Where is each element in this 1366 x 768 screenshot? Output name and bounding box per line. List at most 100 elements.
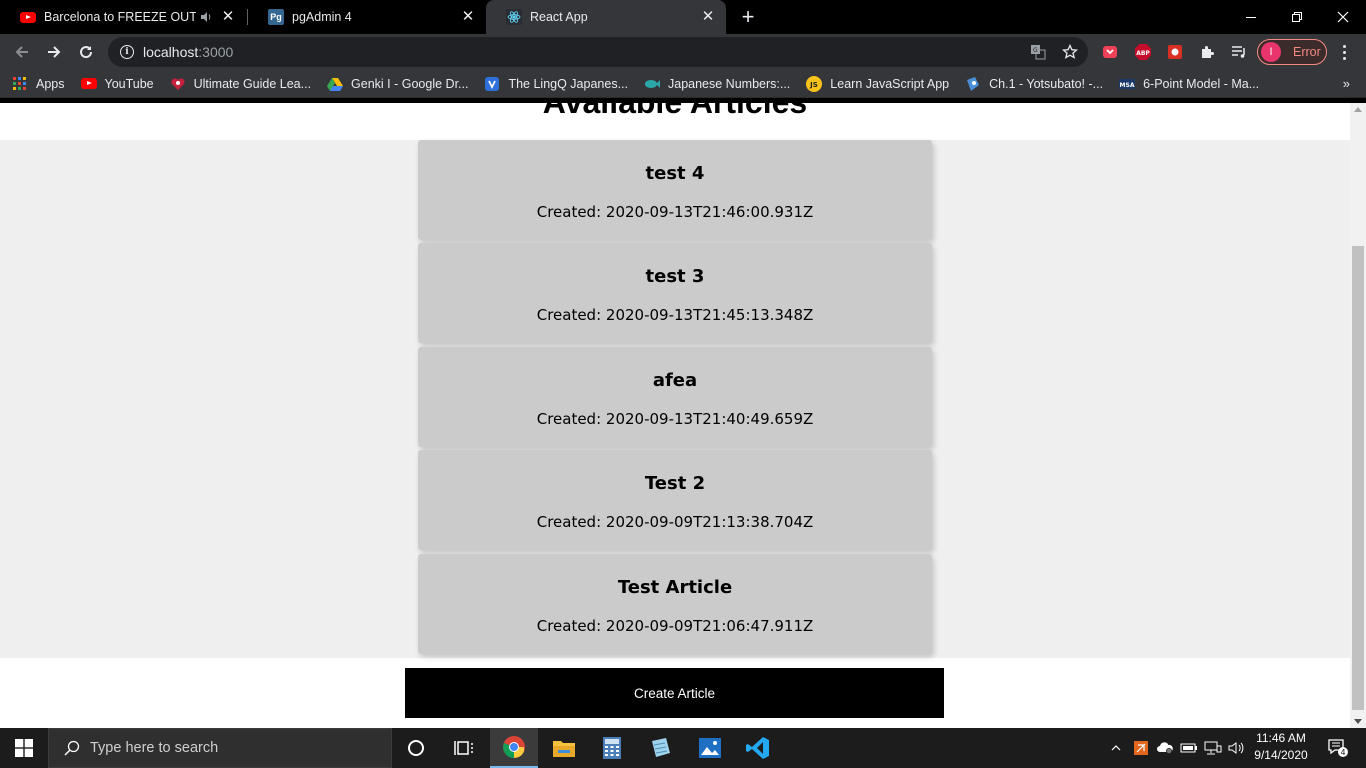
extension-red-icon[interactable]: [1165, 42, 1185, 62]
extensions-puzzle-icon[interactable]: [1197, 42, 1217, 62]
close-tab-icon[interactable]: ✕: [700, 9, 716, 25]
scroll-up-arrow-icon[interactable]: [1354, 107, 1362, 112]
media-control-icon[interactable]: [1229, 42, 1249, 62]
more-bookmarks-button[interactable]: »: [1343, 76, 1350, 91]
create-article-button[interactable]: Create Article: [405, 668, 944, 718]
chrome-icon[interactable]: [490, 728, 538, 768]
svg-text:JS: JS: [809, 81, 818, 89]
translate-icon[interactable]: G: [1030, 44, 1046, 60]
bookmark-genki[interactable]: Genki I - Google Dr...: [327, 76, 468, 92]
manga-icon: [965, 76, 981, 92]
msa-icon: MSA: [1119, 76, 1136, 92]
article-card[interactable]: Test Article Created: 2020-09-09T21:06:4…: [418, 554, 932, 654]
tab-title: Barcelona to FREEZE OUT Lu: [44, 10, 196, 24]
bookmark-label: Ultimate Guide Lea...: [193, 76, 312, 91]
bookmark-ultimate-guide[interactable]: Ultimate Guide Lea...: [170, 76, 311, 92]
page-scrollbar[interactable]: [1350, 103, 1366, 728]
page-viewport: Available Articles test 4 Created: 2020-…: [0, 103, 1350, 728]
article-title: test 3: [645, 266, 705, 287]
restore-button[interactable]: [1274, 0, 1320, 34]
task-view-icon[interactable]: [440, 728, 488, 768]
react-icon: [506, 9, 522, 25]
search-placeholder: Type here to search: [90, 740, 219, 756]
article-title: test 4: [645, 163, 705, 184]
article-title: Test Article: [617, 577, 733, 598]
tab-title: React App: [530, 10, 588, 24]
speaker-icon[interactable]: [200, 10, 214, 24]
bookmark-lingq[interactable]: The LingQ Japanes...: [484, 76, 628, 92]
article-created-date: Created: 2020-09-09T21:06:47.911Z: [536, 617, 814, 635]
bookmark-label: The LingQ Japanes...: [508, 76, 628, 91]
browser-toolbar: i localhost:3000 G ABP I Error: [0, 34, 1366, 70]
adblock-plus-icon[interactable]: ABP: [1133, 42, 1153, 62]
apps-grid-icon: [12, 76, 28, 92]
close-tab-icon[interactable]: ✕: [460, 9, 476, 25]
tray-app-icon[interactable]: [1130, 728, 1152, 768]
bookmark-learn-javascript[interactable]: JS Learn JavaScript App: [806, 75, 949, 92]
close-tab-icon[interactable]: ✕: [220, 9, 236, 25]
bookmark-label: Japanese Numbers:...: [668, 76, 791, 91]
bookmark-apps[interactable]: Apps: [12, 76, 65, 92]
article-card[interactable]: test 3 Created: 2020-09-13T21:45:13.348Z: [418, 243, 932, 343]
windows-taskbar: Type here to search 11:46 AM 9/14/2020 4: [0, 728, 1366, 768]
vscode-icon[interactable]: [734, 728, 782, 768]
heart-icon: [170, 76, 186, 92]
svg-text:G: G: [1033, 47, 1038, 54]
js-icon: JS: [806, 75, 823, 92]
site-info-icon[interactable]: i: [120, 45, 134, 59]
volume-icon[interactable]: [1225, 728, 1247, 768]
arrow-left-icon: [15, 46, 28, 58]
svg-text:4: 4: [1340, 748, 1345, 757]
battery-icon[interactable]: [1178, 728, 1200, 768]
bookmark-label: YouTube: [104, 76, 154, 91]
minimize-button[interactable]: [1228, 0, 1274, 34]
calculator-icon[interactable]: [588, 728, 636, 768]
cortana-icon[interactable]: [392, 728, 440, 768]
svg-text:MSA: MSA: [1120, 82, 1135, 89]
profile-status: Error: [1293, 45, 1321, 59]
notification-center-button[interactable]: 4: [1318, 728, 1358, 768]
tab-youtube[interactable]: Barcelona to FREEZE OUT Lu ✕: [0, 0, 246, 34]
bookmark-yotsubato[interactable]: Ch.1 - Yotsubato! -...: [965, 76, 1103, 92]
lingq-icon: [484, 76, 500, 92]
tab-react-app[interactable]: React App ✕: [486, 0, 726, 34]
bookmark-youtube[interactable]: YouTube: [80, 76, 154, 92]
article-card[interactable]: Test 2 Created: 2020-09-09T21:13:38.704Z: [418, 450, 932, 550]
onedrive-icon[interactable]: [1154, 728, 1176, 768]
tab-title: pgAdmin 4: [292, 10, 352, 24]
browser-menu-icon[interactable]: [1336, 42, 1352, 62]
bookmark-japanese-numbers[interactable]: Japanese Numbers:...: [644, 76, 790, 92]
close-window-button[interactable]: [1320, 0, 1366, 34]
bookmark-star-icon[interactable]: [1062, 44, 1078, 60]
reload-button[interactable]: [72, 38, 100, 66]
page-title: Available Articles: [0, 103, 1350, 122]
address-bar[interactable]: i localhost:3000 G: [108, 37, 1088, 67]
article-card[interactable]: afea Created: 2020-09-13T21:40:49.659Z: [418, 347, 932, 447]
pocket-extension-icon[interactable]: [1100, 42, 1120, 62]
system-clock[interactable]: 11:46 AM 9/14/2020: [1246, 730, 1316, 764]
new-tab-button[interactable]: +: [736, 5, 760, 29]
network-icon[interactable]: [1202, 728, 1224, 768]
start-button[interactable]: [0, 728, 48, 768]
browser-tab-strip: Barcelona to FREEZE OUT Lu ✕ Pg pgAdmin …: [0, 0, 1366, 34]
notepad-icon[interactable]: [636, 728, 684, 768]
article-title: Test 2: [644, 473, 706, 494]
file-explorer-icon[interactable]: [540, 728, 588, 768]
taskbar-search[interactable]: Type here to search: [48, 728, 392, 768]
article-created-date: Created: 2020-09-13T21:40:49.659Z: [536, 410, 814, 428]
back-button[interactable]: [8, 38, 36, 66]
bookmark-6-point-model[interactable]: MSA 6-Point Model - Ma...: [1119, 76, 1259, 92]
profile-button[interactable]: I Error: [1257, 39, 1327, 65]
forward-button[interactable]: [40, 38, 68, 66]
bookmarks-bar: Apps YouTube Ultimate Guide Lea... Genki…: [0, 70, 1366, 98]
photos-icon[interactable]: [686, 728, 734, 768]
url-text: localhost:3000: [143, 44, 234, 60]
scrollbar-thumb[interactable]: [1352, 246, 1364, 710]
notification-icon: 4: [1328, 739, 1348, 757]
search-icon: [64, 740, 80, 756]
tab-pgadmin[interactable]: Pg pgAdmin 4 ✕: [248, 0, 486, 34]
scroll-down-arrow-icon[interactable]: [1354, 719, 1362, 724]
bookmark-label: Genki I - Google Dr...: [351, 76, 469, 91]
article-card[interactable]: test 4 Created: 2020-09-13T21:46:00.931Z: [418, 140, 932, 240]
show-hidden-icons-icon[interactable]: [1106, 728, 1126, 768]
